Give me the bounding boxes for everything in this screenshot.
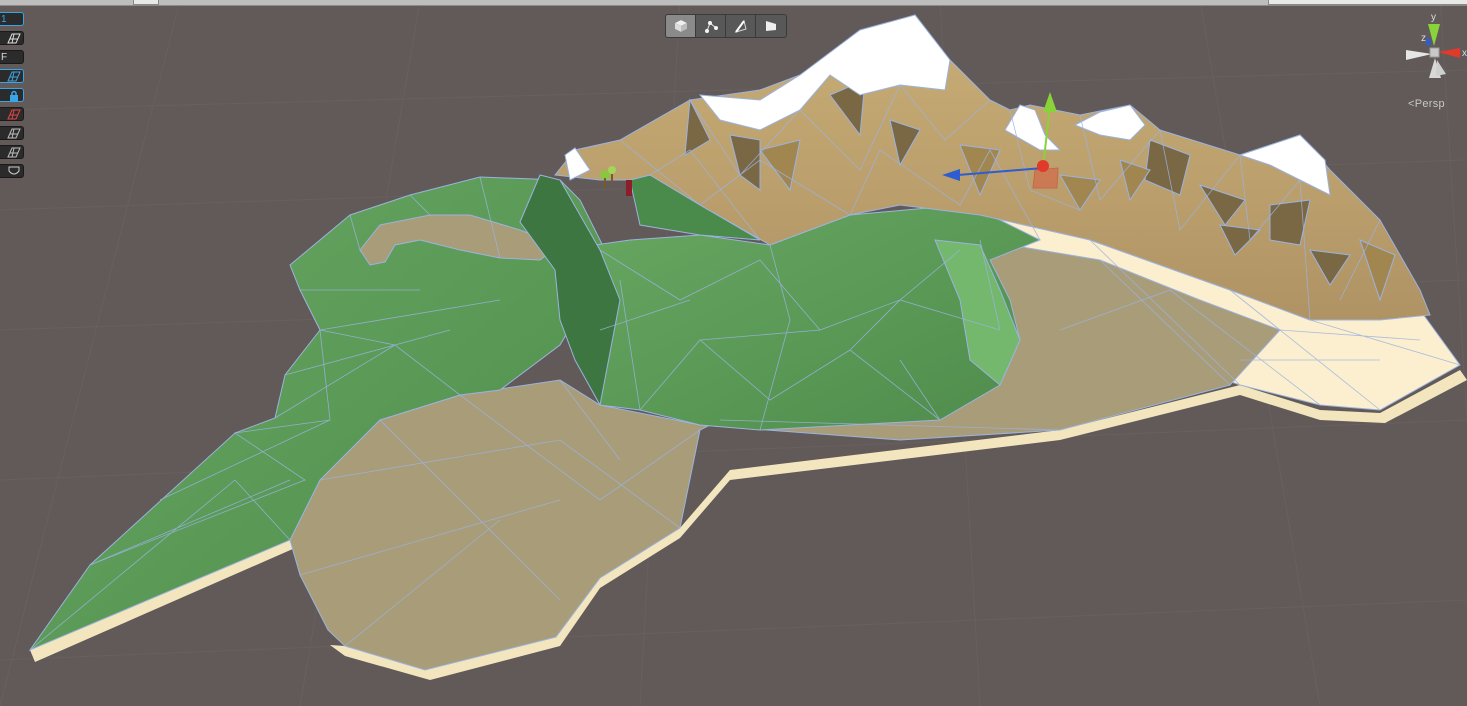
terrain-mesh[interactable] (28, 14, 1467, 680)
orientation-gizmo[interactable]: y z x (1398, 10, 1467, 96)
layer-number-label: 1 (1, 14, 7, 25)
y-axis-handle[interactable] (1043, 92, 1057, 112)
edge-mode-button[interactable] (726, 15, 756, 37)
grid-toggle-button[interactable] (0, 69, 24, 83)
projection-label-text: Persp (1414, 98, 1445, 110)
flag-toggle-button[interactable]: F (0, 50, 24, 64)
layer-number-button[interactable]: 1 (0, 12, 24, 26)
lock-toggle-button[interactable] (0, 88, 24, 102)
shield-icon (8, 166, 20, 175)
cube-icon (674, 20, 687, 32)
wireframe-icon (7, 33, 21, 44)
grid-toggle-3-button[interactable] (0, 145, 24, 159)
face-mode-button[interactable] (756, 15, 786, 37)
grid-3-icon (7, 147, 21, 158)
object-mode-button[interactable] (666, 15, 696, 37)
grid-icon (7, 71, 21, 82)
flag-toggle-label: F (1, 52, 8, 63)
lock-icon (10, 90, 18, 101)
grid-2-icon (7, 128, 21, 139)
face-icon (766, 21, 776, 31)
gizmo-neg-x-cone[interactable] (1406, 50, 1432, 60)
scene-viewport[interactable] (0, 0, 1467, 706)
gizmo-neg-z-cone[interactable] (1436, 60, 1446, 76)
toolbar-tab[interactable] (1268, 0, 1467, 5)
mode-toolbar (665, 14, 787, 38)
gizmo-z-cone[interactable] (1425, 38, 1432, 48)
shield-toggle-button[interactable] (0, 164, 24, 178)
grid-toggle-2-button[interactable] (0, 126, 24, 140)
vertex-icon (704, 21, 718, 33)
gizmo-x-cone[interactable] (1438, 48, 1460, 58)
top-toolbar-strip (0, 0, 1467, 6)
gizmo-x-label: x (1462, 48, 1467, 59)
x-axis-handle[interactable] (1037, 160, 1049, 172)
persp-arrow-icon: < (1408, 98, 1415, 110)
edge-icon (734, 19, 747, 33)
toolbar-tab[interactable] (133, 0, 159, 5)
wireframe-toggle-button[interactable] (0, 31, 24, 45)
projection-label[interactable]: <Persp (1408, 98, 1445, 110)
gizmo-y-label: y (1431, 12, 1436, 23)
red-grid-icon (7, 109, 21, 120)
gizmo-center-cube[interactable] (1429, 47, 1440, 58)
vertex-mode-button[interactable] (696, 15, 726, 37)
left-tool-strip: 1 F (0, 12, 24, 183)
red-grid-toggle-button[interactable] (0, 107, 24, 121)
